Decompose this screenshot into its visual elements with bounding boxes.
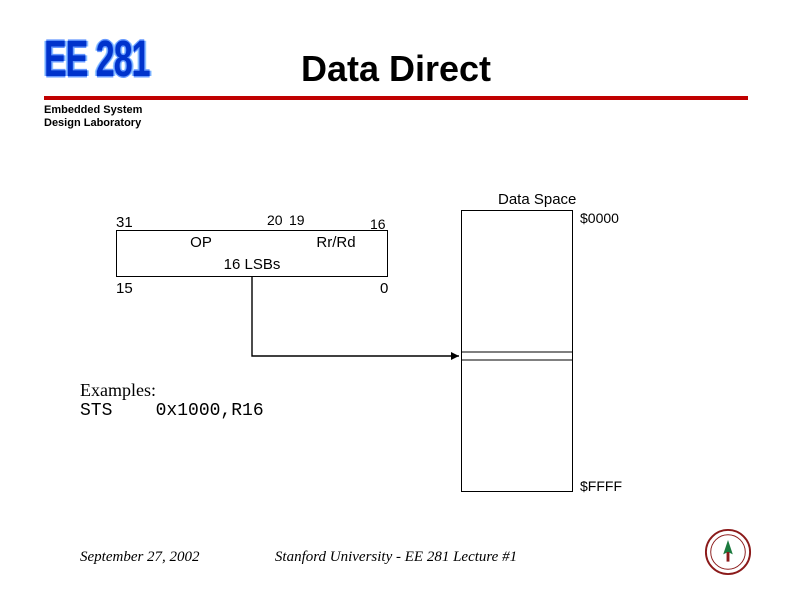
data-space-label: Data Space (498, 191, 576, 208)
bit-0-label: 0 (380, 280, 388, 297)
course-subtitle: Embedded System Design Laboratory (44, 104, 142, 130)
title-underline (44, 96, 748, 100)
bit-19-label: 19 (289, 212, 305, 228)
bit-15-label: 15 (116, 280, 133, 297)
lsbs-cell: 16 LSBs (116, 253, 388, 277)
op-cell: OP (116, 230, 286, 254)
example-code: STS 0x1000,R16 (80, 401, 264, 421)
examples-heading: Examples: (80, 380, 264, 401)
rrrd-cell: Rr/Rd (285, 230, 388, 254)
data-space-box (461, 210, 573, 492)
bit-31-label: 31 (116, 214, 133, 231)
subtitle-line2: Design Laboratory (44, 117, 141, 129)
slide-title: Data Direct (0, 48, 792, 90)
stanford-seal-icon (704, 528, 752, 576)
footer-center: Stanford University - EE 281 Lecture #1 (0, 549, 792, 566)
examples-block: Examples: STS 0x1000,R16 (80, 380, 264, 421)
subtitle-line1: Embedded System (44, 104, 142, 116)
bit-20-label: 20 (267, 212, 283, 228)
addr-bot-label: $FFFF (580, 478, 622, 494)
addressing-diagram: Data Space 31 20 19 16 OP Rr/Rd 16 LSBs … (0, 180, 792, 500)
addr-top-label: $0000 (580, 210, 619, 226)
